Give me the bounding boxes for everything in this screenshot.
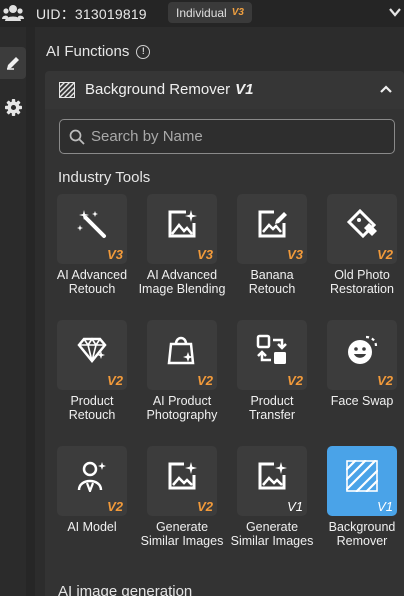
tool-label: AI Advanced Image Blending (138, 268, 226, 296)
similar-image-icon (258, 462, 287, 490)
section-content: Industry Tools V3 AI Advanced Retouch V3… (45, 109, 404, 596)
search-box[interactable] (59, 119, 395, 154)
tool-label: Generate Similar Images (140, 520, 224, 548)
tool-tile-generate-similar-images-v2[interactable]: V2 (147, 446, 217, 516)
stripes-icon (346, 460, 378, 492)
similar-image-icon (168, 462, 197, 490)
tool-tile-banana-retouch[interactable]: V3 (237, 194, 307, 264)
stripes-icon (59, 82, 75, 98)
tool-label: Banana Retouch (248, 268, 296, 296)
version-tag: V1 (287, 499, 303, 514)
tool-tile-ai-product-photography[interactable]: V2 (147, 320, 217, 390)
version-tag: V2 (107, 499, 123, 514)
magic-wand-icon (77, 210, 106, 238)
tool-label: Product Retouch (68, 394, 116, 422)
users-icon[interactable] (2, 3, 24, 23)
tool-tile-background-remover[interactable]: V1 (327, 446, 397, 516)
chevron-down-icon[interactable] (389, 7, 401, 17)
version-tag: V2 (377, 247, 393, 262)
tool-label: Old Photo Restoration (330, 268, 394, 296)
model-person-icon (77, 461, 106, 492)
version-tag: V1 (377, 499, 393, 514)
image-edit-icon (258, 210, 287, 238)
image-blend-icon (168, 210, 197, 238)
gear-icon (4, 98, 22, 116)
transfer-icon (256, 334, 287, 364)
version-tag: V2 (107, 373, 123, 388)
tool-label: AI Advanced Retouch (56, 268, 128, 296)
tool-tile-ai-model[interactable]: V2 (57, 446, 127, 516)
version-tag: V2 (197, 373, 213, 388)
version-tag: V3 (287, 247, 303, 262)
pencil-icon (7, 57, 19, 70)
version-tag: V2 (197, 499, 213, 514)
user-id: UID：313019819 (36, 6, 147, 22)
search-icon (69, 129, 85, 145)
tool-tile-product-transfer[interactable]: V2 (237, 320, 307, 390)
tool-tile-ai-advanced-image-blending[interactable]: V3 (147, 194, 217, 264)
category-ai-image-generation: AI image generation (58, 583, 193, 596)
tool-label: Face Swap (330, 394, 394, 408)
ai-functions-panel: AI Functions ! Background RemoverV1 Indu… (35, 27, 404, 596)
tool-label: Product Transfer (248, 394, 296, 422)
settings-button[interactable] (0, 91, 26, 123)
diamond-sparkle-icon (77, 337, 107, 363)
section-title: Background Remover V1 (85, 81, 253, 98)
category-industry-tools: Industry Tools (58, 169, 151, 186)
search-input[interactable] (91, 128, 381, 145)
section-version: V1 (235, 81, 254, 98)
left-rail (0, 27, 26, 596)
tool-tile-generate-similar-images-v1[interactable]: V1 (237, 446, 307, 516)
tool-label: Generate Similar Images (230, 520, 314, 548)
panel-title: AI Functions ! (46, 43, 151, 60)
version-tag: V3 (197, 247, 213, 262)
face-swap-icon (348, 335, 378, 364)
tool-label: AI Model (67, 520, 117, 534)
photo-restore-icon (346, 208, 377, 239)
account-type: Individual (176, 5, 227, 20)
account-version: V3 (231, 7, 244, 18)
tool-label: AI Product Photography (146, 394, 218, 422)
tool-tile-old-photo-restoration[interactable]: V2 (327, 194, 397, 264)
tool-tile-product-retouch[interactable]: V2 (57, 320, 127, 390)
section-title-text: Background Remover (85, 81, 231, 98)
version-tag: V2 (377, 373, 393, 388)
version-tag: V3 (107, 247, 123, 262)
shopping-bag-icon (167, 336, 195, 365)
tool-tile-ai-advanced-retouch[interactable]: V3 (57, 194, 127, 264)
chevron-up-icon[interactable] (380, 85, 392, 93)
info-icon[interactable]: ! (136, 44, 151, 59)
top-bar: UID：313019819 Individual V3 (0, 0, 404, 27)
version-tag: V2 (287, 373, 303, 388)
tool-tile-face-swap[interactable]: V2 (327, 320, 397, 390)
background-remover-header[interactable]: Background Remover V1 (45, 71, 404, 109)
edit-tool-button[interactable] (0, 47, 26, 79)
panel-title-text: AI Functions (46, 43, 130, 60)
account-badge: Individual V3 (168, 2, 252, 23)
tool-label: Background Remover (328, 520, 396, 548)
